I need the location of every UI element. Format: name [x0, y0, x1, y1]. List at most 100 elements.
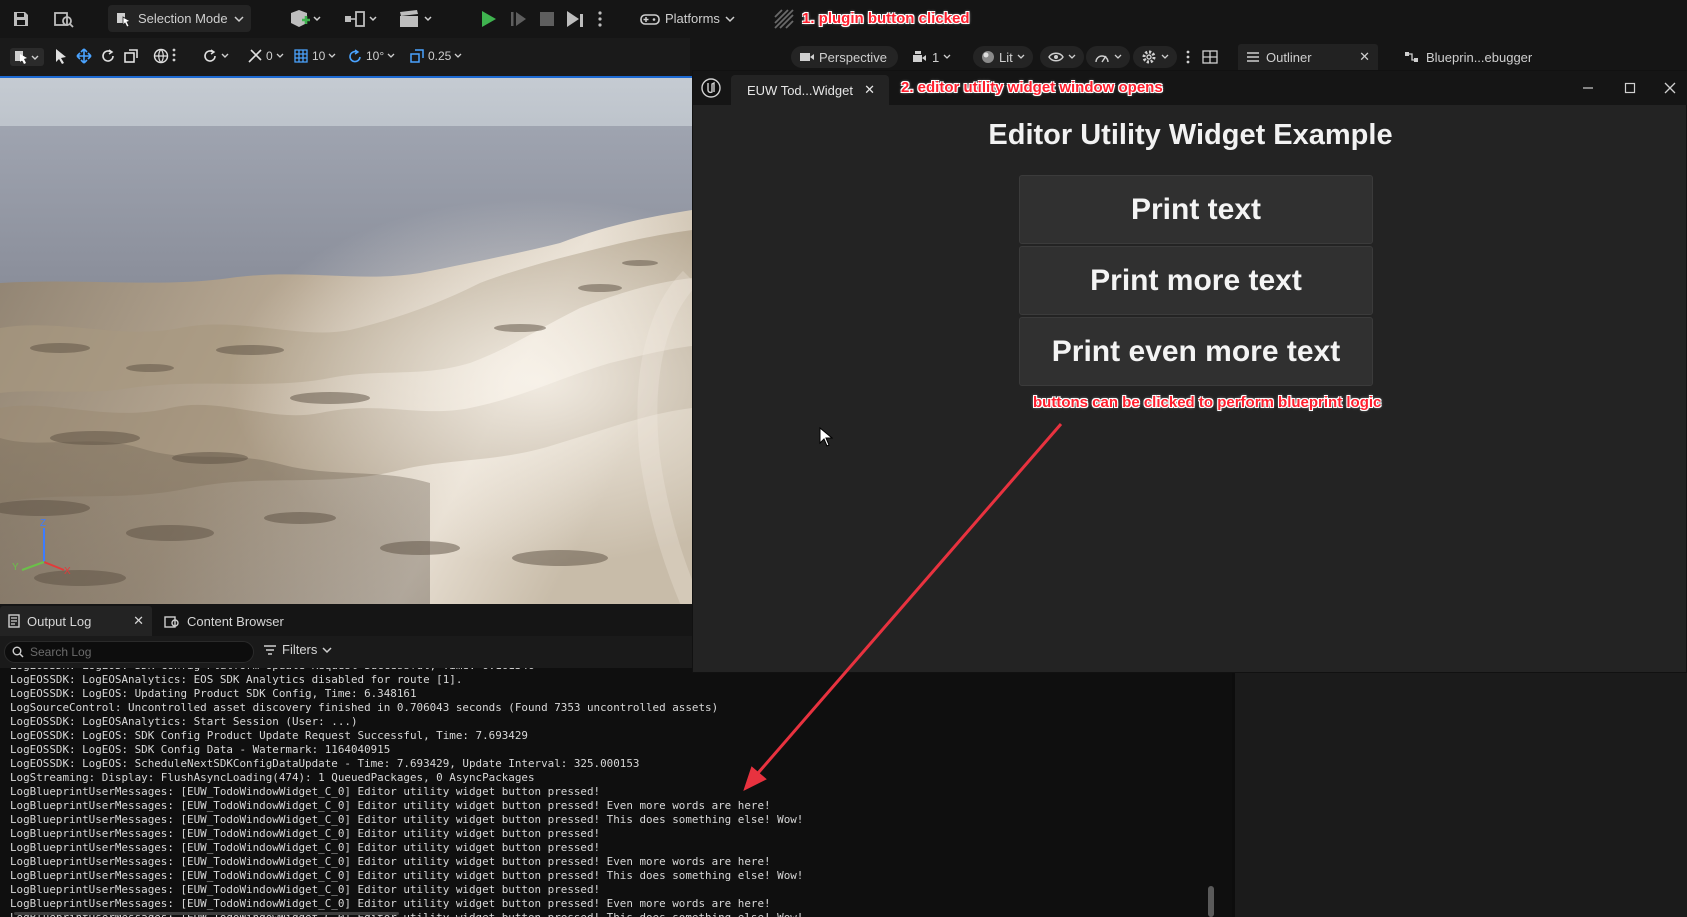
output-log-tab-label: Output Log [27, 613, 92, 629]
scale-snap-icon [409, 48, 425, 64]
more-vertical-icon[interactable] [172, 48, 176, 62]
log-line: LogBlueprintUserMessages: [EUW_TodoWindo… [10, 785, 601, 798]
cinematics-button[interactable] [396, 7, 436, 31]
save-icon[interactable] [10, 8, 32, 30]
platforms-label: Platforms [665, 11, 720, 26]
play-button[interactable] [476, 7, 500, 31]
selection-mode-icon [116, 11, 132, 27]
print-even-more-text-label: Print even more text [1051, 334, 1341, 368]
level-viewport[interactable]: Z Y X [0, 76, 692, 604]
lit-mode-dropdown[interactable]: Lit [973, 46, 1033, 68]
world-icon[interactable] [153, 48, 169, 64]
add-actor-button[interactable] [286, 7, 324, 31]
grid-snap-toggle[interactable]: 10 [293, 48, 336, 64]
log-line: LogBlueprintUserMessages: [EUW_TodoWindo… [10, 841, 601, 854]
close-icon[interactable] [1659, 77, 1681, 99]
stop-icon [539, 11, 555, 27]
log-line: LogBlueprintUserMessages: [EUW_TodoWindo… [10, 883, 601, 896]
tab-outliner[interactable]: Outliner ✕ [1238, 44, 1378, 70]
log-scrollbar[interactable] [1208, 886, 1214, 917]
log-line: LogEOSSDK: LogEOS: ScheduleNextSDKConfig… [10, 757, 640, 770]
print-even-more-text-button[interactable]: Print even more text [1019, 317, 1373, 386]
annotation-plugin-clicked: 1. plugin button clicked [802, 10, 970, 27]
filters-dropdown[interactable]: Filters [263, 642, 332, 657]
layout-icon[interactable] [1198, 46, 1222, 68]
maximize-icon[interactable] [1619, 77, 1641, 99]
cinematics-icon [398, 9, 434, 29]
tab-content-browser[interactable]: Content Browser [164, 606, 304, 636]
scale-snap-value: 0.25 [428, 49, 452, 63]
search-log-input[interactable] [30, 645, 230, 659]
surface-snap-icon [247, 48, 263, 64]
outliner-tab-label: Outliner [1266, 49, 1312, 65]
search-log-box[interactable] [4, 641, 254, 663]
mouse-cursor-icon [819, 427, 833, 447]
translate-icon[interactable] [76, 48, 92, 64]
tab-euw-widget[interactable]: EUW Tod...Widget ✕ [731, 75, 889, 105]
camera-speed-value: 1 [932, 49, 940, 65]
output-log-content[interactable]: LogEOSSDK: LogEOS: SDK Config Platform U… [0, 668, 1232, 917]
close-icon[interactable]: ✕ [1359, 49, 1370, 65]
scale-icon[interactable] [123, 48, 139, 64]
details-panel [1232, 673, 1687, 917]
editor-utility-widget-window: EUW Tod...Widget ✕ 2. editor utility wid… [692, 70, 1687, 673]
eject-button[interactable] [563, 7, 587, 31]
output-log-toolbar: Filters [0, 636, 692, 668]
selection-mode-dropdown[interactable]: Selection Mode [108, 5, 251, 32]
eject-icon [565, 10, 585, 28]
scale-snap-toggle[interactable]: 0.25 [409, 48, 462, 64]
add-actor-icon [288, 9, 322, 29]
angle-snap-toggle[interactable]: 10° [347, 48, 395, 64]
log-line: LogBlueprintUserMessages: [EUW_TodoWindo… [10, 799, 771, 812]
plugin-button[interactable] [772, 7, 796, 31]
viewport-toolbar-right: Perspective 1 Lit Outliner ✕ Blueprin...… [690, 38, 1687, 74]
settings-dropdown[interactable] [1133, 46, 1177, 68]
surface-snap-button[interactable] [203, 48, 231, 64]
log-line: LogBlueprintUserMessages: [EUW_TodoWindo… [10, 897, 771, 910]
select-icon[interactable] [54, 48, 68, 64]
landscape-scene: Z Y X [0, 78, 692, 604]
log-line: LogEOSSDK: LogEOS: Updating Product SDK … [10, 687, 417, 700]
print-more-text-label: Print more text [1090, 263, 1302, 297]
log-line: LogEOSSDK: LogEOSAnalytics: EOS SDK Anal… [10, 673, 463, 686]
settings-icon [1141, 49, 1157, 65]
print-text-button[interactable]: Print text [1019, 175, 1373, 244]
close-icon[interactable]: ✕ [133, 613, 144, 629]
rotate-icon[interactable] [100, 48, 116, 64]
rotate-snap-toggle[interactable]: 0 [247, 48, 284, 64]
log-horizontal-scrollbar[interactable] [14, 912, 399, 915]
content-icon[interactable] [52, 8, 76, 30]
more-vertical-icon[interactable] [593, 7, 607, 31]
debugger-icon [1404, 50, 1420, 64]
camera-speed-dropdown[interactable]: 1 [904, 46, 959, 68]
close-icon[interactable]: ✕ [864, 82, 875, 98]
grid-snap-value: 10 [312, 49, 326, 63]
annotation-buttons-logic: buttons can be clicked to perform bluepr… [1033, 394, 1382, 411]
folder-icon [164, 614, 180, 628]
log-line: LogBlueprintUserMessages: [EUW_TodoWindo… [10, 813, 804, 826]
chevron-down-icon [725, 15, 735, 23]
print-more-text-button[interactable]: Print more text [1019, 246, 1373, 315]
log-line: LogBlueprintUserMessages: [EUW_TodoWindo… [10, 827, 601, 840]
tab-blueprint-debugger[interactable]: Blueprin...ebugger [1400, 44, 1550, 70]
log-line: LogStreaming: Display: FlushAsyncLoading… [10, 771, 535, 784]
window-titlebar[interactable]: EUW Tod...Widget ✕ 2. editor utility wid… [693, 71, 1687, 105]
lit-label: Lit [999, 49, 1013, 65]
viewport-options-button[interactable] [10, 48, 44, 66]
show-flags-dropdown[interactable] [1040, 46, 1084, 68]
debugger-tab-label: Blueprin...ebugger [1426, 49, 1533, 65]
log-icon [8, 614, 20, 628]
tab-output-log[interactable]: Output Log ✕ [0, 606, 152, 636]
platforms-dropdown[interactable]: Platforms [640, 5, 748, 32]
platforms-icon [640, 11, 660, 27]
log-line: LogBlueprintUserMessages: [EUW_TodoWindo… [10, 869, 804, 882]
lit-sphere-icon [981, 50, 995, 64]
rotate-snap-value: 0 [266, 49, 273, 63]
blueprint-button[interactable] [341, 7, 381, 31]
advance-frame-button[interactable] [506, 7, 530, 31]
minimize-icon[interactable] [1577, 77, 1599, 99]
stop-button[interactable] [535, 7, 559, 31]
perspective-dropdown[interactable]: Perspective [791, 46, 898, 68]
performance-dropdown[interactable] [1086, 46, 1130, 68]
more-vertical-icon[interactable] [1182, 46, 1194, 68]
